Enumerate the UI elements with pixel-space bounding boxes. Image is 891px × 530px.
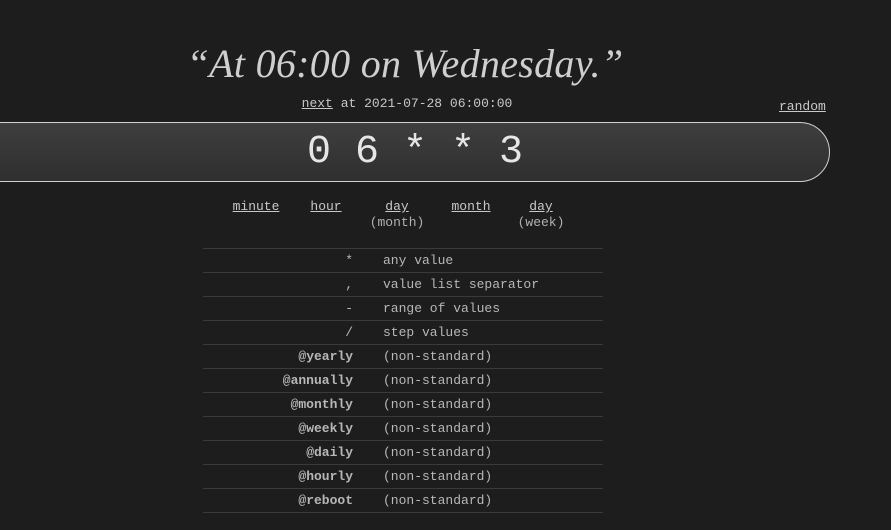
legend-symbol: @daily xyxy=(203,440,383,465)
legend-symbol: @reboot xyxy=(203,488,383,513)
field-labels: minute hour day (month) month day (week) xyxy=(0,199,891,239)
legend-symbol: @weekly xyxy=(203,416,383,441)
random-link[interactable]: random xyxy=(779,99,826,114)
field-hour[interactable]: hour xyxy=(302,199,350,215)
legend-description: (non-standard) xyxy=(383,440,603,465)
syntax-legend-table: * any value , value list separator - ran… xyxy=(203,248,603,513)
legend-description: range of values xyxy=(383,296,603,321)
legend-row: , value list separator xyxy=(203,272,603,297)
legend-row: @daily (non-standard) xyxy=(203,440,603,465)
legend-symbol: @yearly xyxy=(203,344,383,369)
legend-description: (non-standard) xyxy=(383,416,603,441)
legend-symbol: @hourly xyxy=(203,464,383,489)
legend-description: step values xyxy=(383,320,603,345)
field-day-of-week[interactable]: day (week) xyxy=(512,199,570,231)
legend-row: * any value xyxy=(203,248,603,273)
field-minute-link[interactable]: minute xyxy=(233,199,280,214)
legend-description: (non-standard) xyxy=(383,488,603,513)
field-day-of-week-sub: (week) xyxy=(517,215,565,230)
next-run-time: at 2021-07-28 06:00:00 xyxy=(340,96,513,111)
cron-expression-box xyxy=(0,122,830,182)
legend-description: value list separator xyxy=(383,272,603,297)
human-readable-description: “At 06:00 on Wednesday.” xyxy=(186,41,624,86)
legend-description: (non-standard) xyxy=(383,392,603,417)
field-day-of-month-link[interactable]: day xyxy=(385,199,408,214)
field-day-of-month-sub: (month) xyxy=(369,215,425,230)
legend-row: @reboot (non-standard) xyxy=(203,488,603,513)
legend-row: @monthly (non-standard) xyxy=(203,392,603,417)
legend-symbol: , xyxy=(203,272,383,297)
legend-symbol: * xyxy=(203,248,383,273)
field-month[interactable]: month xyxy=(442,199,500,215)
field-hour-link[interactable]: hour xyxy=(310,199,341,214)
legend-symbol: @annually xyxy=(203,368,383,393)
legend-description: (non-standard) xyxy=(383,368,603,393)
legend-symbol: @monthly xyxy=(203,392,383,417)
legend-row: @yearly (non-standard) xyxy=(203,344,603,369)
legend-symbol: / xyxy=(203,320,383,345)
legend-description: any value xyxy=(383,248,603,273)
legend-description: (non-standard) xyxy=(383,344,603,369)
field-day-of-month[interactable]: day (month) xyxy=(364,199,430,231)
legend-row: @annually (non-standard) xyxy=(203,368,603,393)
crontab-page: “At 06:00 on Wednesday.” next at 2021-07… xyxy=(0,0,891,530)
field-day-of-week-link[interactable]: day xyxy=(529,199,552,214)
legend-description: (non-standard) xyxy=(383,464,603,489)
cron-expression-input[interactable] xyxy=(0,123,829,181)
field-minute[interactable]: minute xyxy=(224,199,288,215)
next-run-line: next at 2021-07-28 06:00:00 xyxy=(0,96,814,111)
legend-symbol: - xyxy=(203,296,383,321)
legend-row: @weekly (non-standard) xyxy=(203,416,603,441)
next-link[interactable]: next xyxy=(302,96,333,111)
legend-row: @hourly (non-standard) xyxy=(203,464,603,489)
field-month-link[interactable]: month xyxy=(451,199,490,214)
legend-row: - range of values xyxy=(203,296,603,321)
legend-row: / step values xyxy=(203,320,603,345)
